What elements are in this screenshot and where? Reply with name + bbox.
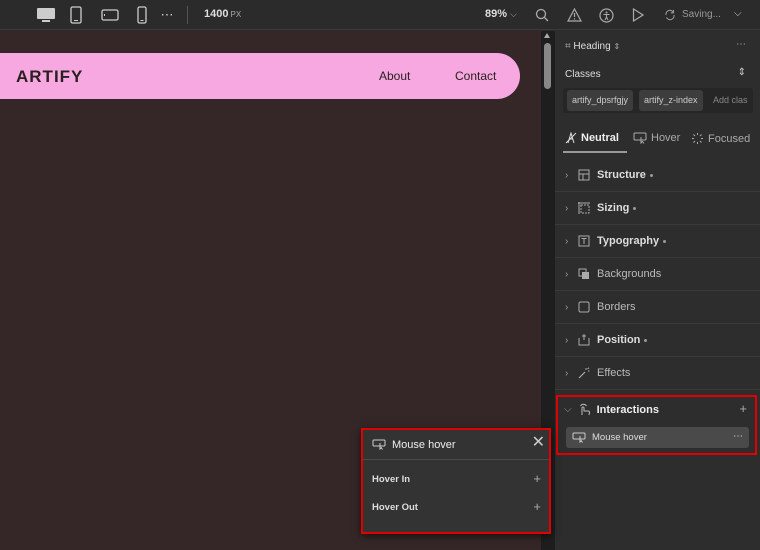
accessibility-icon[interactable] xyxy=(598,6,614,24)
more-views-icon[interactable]: ⋯ xyxy=(159,6,175,24)
section-effects[interactable]: › Effects xyxy=(555,357,760,390)
add-interaction-button[interactable]: + xyxy=(739,401,747,416)
play-icon[interactable] xyxy=(631,6,645,24)
modified-dot xyxy=(649,173,653,177)
chevron-down-icon[interactable]: ⌵ xyxy=(734,8,742,19)
add-hover-out-button[interactable]: + xyxy=(533,499,541,514)
class-chip[interactable]: artify_z-index xyxy=(639,90,703,111)
mouse-hover-icon xyxy=(572,432,586,443)
backgrounds-icon xyxy=(577,267,591,281)
scroll-up-arrow-icon[interactable] xyxy=(544,33,550,38)
chevron-right-icon: › xyxy=(565,268,569,280)
top-toolbar: ⋯ 1400 PX 89% ⌵ Saving... ⌵ xyxy=(0,0,760,30)
tab-hover[interactable]: Hover xyxy=(633,132,680,144)
section-borders[interactable]: › Borders xyxy=(555,291,760,324)
close-icon[interactable]: ✕ xyxy=(532,435,545,451)
nav-link-contact[interactable]: Contact xyxy=(455,69,496,83)
desktop-view-icon[interactable] xyxy=(35,6,57,24)
chevron-right-icon: › xyxy=(565,202,569,214)
position-icon xyxy=(577,333,591,347)
warning-icon[interactable] xyxy=(566,6,582,24)
active-tab-underline xyxy=(563,151,627,153)
chevron-right-icon: › xyxy=(565,235,569,247)
mouse-hover-popup: Mouse hover ✕ Hover In + Hover Out + xyxy=(361,428,551,534)
section-structure[interactable]: › Structure xyxy=(555,159,760,192)
item-more-icon[interactable]: ⋯ xyxy=(733,431,743,442)
scroll-thumb[interactable] xyxy=(544,43,551,89)
neutral-icon xyxy=(565,132,577,144)
canvas-width[interactable]: 1400 PX xyxy=(204,8,241,20)
sync-icon xyxy=(664,6,676,24)
site-navbar[interactable]: ARTIFY About Contact xyxy=(0,53,520,99)
hover-in-row[interactable]: Hover In xyxy=(372,474,410,485)
effects-icon xyxy=(577,366,591,380)
tablet-view-icon[interactable] xyxy=(68,6,84,24)
heading-icon: ⌗ xyxy=(565,41,571,52)
modified-dot xyxy=(633,206,637,210)
chevron-right-icon: › xyxy=(565,367,569,379)
sizing-icon xyxy=(577,201,591,215)
selected-element-header[interactable]: ⌗ Heading ⇕ xyxy=(565,41,620,52)
modified-dot xyxy=(644,338,648,342)
state-tabs: Neutral Hover Focused xyxy=(563,127,753,153)
chevron-right-icon: › xyxy=(565,301,569,313)
structure-icon xyxy=(577,168,591,182)
hover-icon xyxy=(633,132,647,144)
landscape-view-icon[interactable] xyxy=(101,6,119,24)
add-class-input[interactable]: Add clas xyxy=(709,90,755,111)
chevron-right-icon: › xyxy=(565,334,569,346)
site-logo[interactable]: ARTIFY xyxy=(16,67,83,87)
section-backgrounds[interactable]: › Backgrounds xyxy=(555,258,760,291)
interactions-section[interactable]: ⌵ Interactions + Mouse hover ⋯ xyxy=(556,395,757,455)
more-options-icon[interactable]: ⋯ xyxy=(736,39,746,50)
interactions-header[interactable]: ⌵ Interactions xyxy=(564,403,659,416)
section-typography[interactable]: › Typography xyxy=(555,225,760,258)
nav-link-about[interactable]: About xyxy=(379,69,410,83)
modified-dot xyxy=(663,239,667,243)
saving-status: Saving... xyxy=(682,9,721,20)
search-icon[interactable] xyxy=(534,6,550,24)
mouse-hover-icon xyxy=(372,439,386,450)
class-chip[interactable]: artify_dpsrfgjy xyxy=(567,90,634,111)
mobile-view-icon[interactable] xyxy=(135,6,149,24)
style-sections: › Structure › Sizing › Typography › Back… xyxy=(555,159,760,390)
interaction-item-mouse-hover[interactable]: Mouse hover ⋯ xyxy=(566,427,749,448)
section-position[interactable]: › Position xyxy=(555,324,760,357)
tab-focused[interactable]: Focused xyxy=(691,132,750,145)
classes-toggle-icon[interactable]: ⇕ xyxy=(738,67,746,78)
toolbar-divider xyxy=(187,6,188,24)
chevron-right-icon: › xyxy=(565,169,569,181)
style-panel: ⌗ Heading ⇕ ⋯ Classes ⇕ artify_dpsrfgjy … xyxy=(554,31,760,550)
section-sizing[interactable]: › Sizing xyxy=(555,192,760,225)
popup-title: Mouse hover xyxy=(392,438,456,451)
zoom-level[interactable]: 89% ⌵ xyxy=(485,8,517,20)
chevron-down-icon: ⌵ xyxy=(564,404,572,415)
add-hover-in-button[interactable]: + xyxy=(533,471,541,486)
classes-label: Classes xyxy=(565,69,601,80)
popup-header: Mouse hover xyxy=(363,430,549,460)
interactions-icon xyxy=(579,403,590,416)
tab-neutral[interactable]: Neutral xyxy=(565,132,619,144)
hover-out-row[interactable]: Hover Out xyxy=(372,502,418,513)
borders-icon xyxy=(577,300,591,314)
focused-icon xyxy=(692,133,703,144)
typography-icon xyxy=(577,234,591,248)
